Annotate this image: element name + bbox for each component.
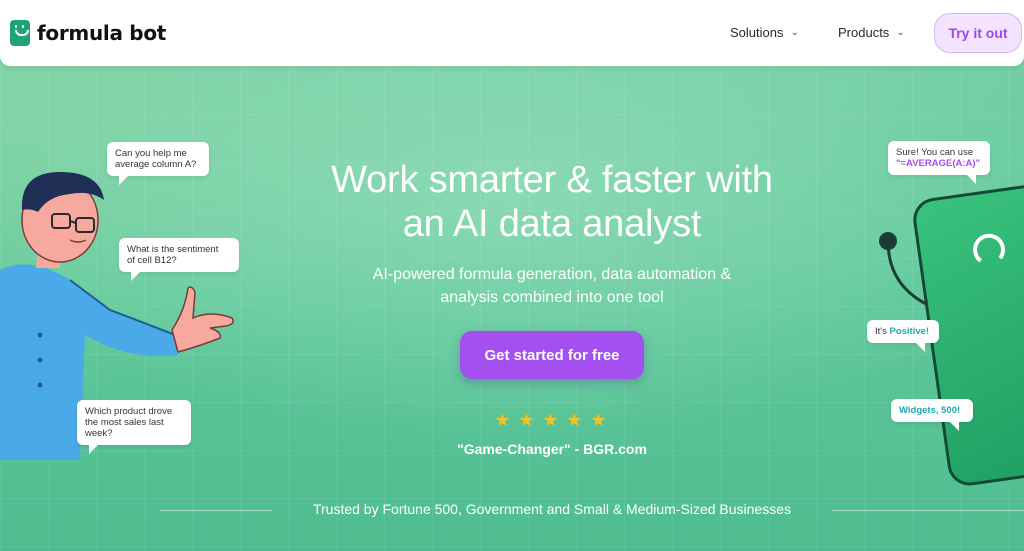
brand-logo[interactable]: formula bot — [10, 20, 166, 46]
bubble-text: of cell B12? — [127, 255, 177, 266]
headline-line: an AI data analyst — [402, 203, 702, 245]
star-icon: ★ — [518, 410, 535, 430]
nav-products[interactable]: Products ⌄ — [838, 25, 905, 40]
bubble-text: week? — [85, 428, 113, 439]
rating-stars: ★ ★ ★ ★ ★ — [494, 410, 607, 430]
nav-solutions[interactable]: Solutions ⌄ — [730, 25, 799, 40]
headline-line: Work smarter & faster with — [331, 159, 773, 201]
chat-bubble-formula-answer: Sure! You can use "=AVERAGE(A:A)" — [888, 141, 990, 184]
star-icon: ★ — [566, 410, 583, 430]
nav-label: Products — [838, 25, 890, 40]
smile-icon — [970, 231, 1008, 268]
formula-bot-logo-icon — [10, 20, 30, 46]
chevron-down-icon: ⌄ — [790, 27, 799, 38]
chat-bubble-sentiment: What is the sentiment of cell B12? — [119, 238, 239, 281]
star-icon: ★ — [494, 410, 511, 430]
subheading-line: AI-powered formula generation, data auto… — [372, 266, 732, 283]
bubble-formula: "=AVERAGE(A:A)" — [896, 158, 981, 169]
bubble-highlight: Positive! — [889, 326, 930, 337]
hero-section: Can you help me average column A? What i… — [0, 0, 1024, 551]
chat-bubble-product-answer: Widgets, 500! — [891, 399, 973, 431]
chat-bubble-product: Which product drove the most sales last … — [77, 400, 191, 454]
top-navbar: formula bot Solutions ⌄ Products ⌄ Try i… — [0, 0, 1024, 66]
star-icon: ★ — [590, 410, 607, 430]
bubble-text: Sure! You can use — [896, 147, 974, 158]
bubble-text: It's — [875, 326, 890, 337]
bubble-text: the most sales last — [85, 417, 164, 428]
bubble-text: What is the sentiment — [127, 244, 219, 255]
subheading-line: analysis combined into one tool — [440, 289, 664, 306]
bubble-text: Which product drove — [85, 406, 173, 417]
bubble-text: average column A? — [115, 159, 197, 170]
divider-right — [832, 510, 1024, 511]
nav-label: Solutions — [730, 25, 784, 40]
get-started-button[interactable]: Get started for free — [460, 331, 644, 379]
star-icon: ★ — [542, 410, 559, 430]
chevron-down-icon: ⌄ — [896, 27, 905, 38]
hero-subheading: AI-powered formula generation, data auto… — [312, 263, 792, 309]
trusted-by-text: Trusted by Fortune 500, Government and S… — [312, 501, 792, 517]
press-quote: "Game-Changer" - BGR.com — [457, 441, 647, 457]
brand-name: formula bot — [37, 21, 167, 45]
bubble-text: Can you help me — [115, 148, 187, 159]
hero-headline: Work smarter & faster with an AI data an… — [262, 158, 842, 246]
try-it-out-button[interactable]: Try it out — [934, 13, 1022, 53]
chat-bubble-sentiment-answer: It's Positive! — [867, 320, 939, 352]
chat-bubble-average: Can you help me average column A? — [107, 142, 209, 185]
bubble-text: Widgets, 500! — [899, 405, 961, 416]
